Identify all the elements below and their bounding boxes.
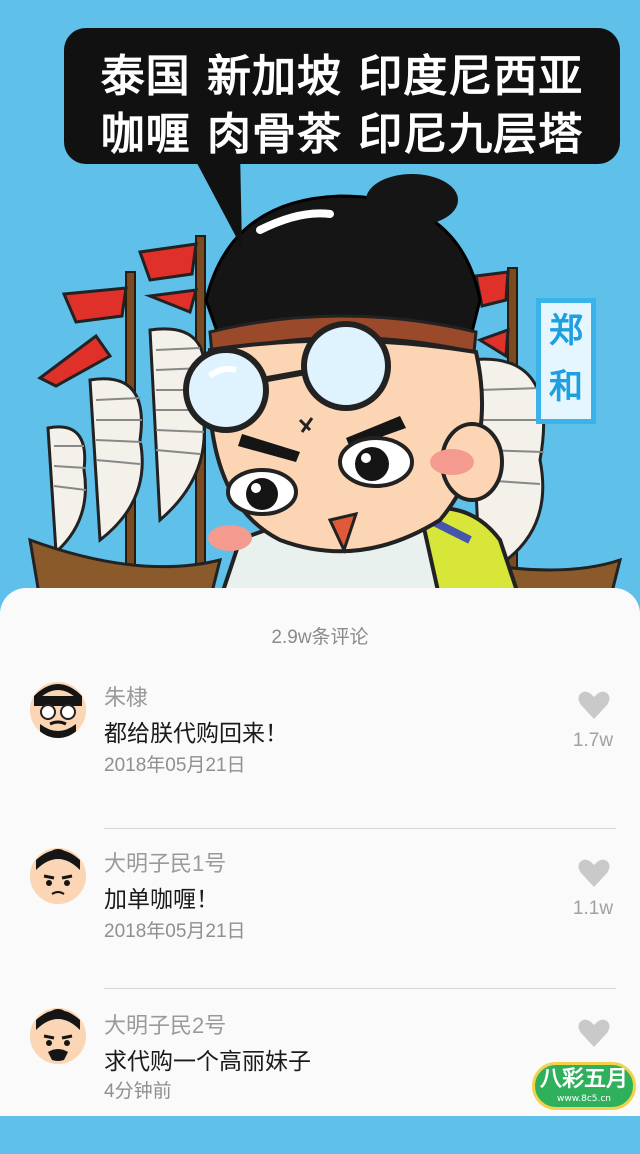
watermark-main: 八彩五月 [539,1067,628,1092]
bubble-line-1: 泰国 新加坡 印度尼西亚 [100,51,584,102]
comment-timestamp: 2018年05月21日 [104,755,246,776]
speech-bubble: 泰国 新加坡 印度尼西亚 咖喱 肉骨茶 印尼九层塔 [64,28,620,164]
emperor-avatar-icon[interactable] [30,682,86,738]
comment-count-label: 2.9w条评论 [271,627,369,648]
comment-text: 都给朕代购回来！ [104,721,288,747]
zheng-he-name-tag: 郑和 [536,298,596,424]
watermark-url: www.8c5.cn [556,1094,612,1104]
comment-item: 大明子民1号 加单咖喱！ 2018年05月21日 1.1w [0,844,640,994]
heart-icon[interactable] [578,1018,610,1048]
heart-icon[interactable] [578,858,610,888]
citizen-avatar-icon[interactable] [30,1008,86,1064]
hero-illustration: 泰国 新加坡 印度尼西亚 咖喱 肉骨茶 印尼九层塔 郑和 [0,0,640,600]
comment-text: 求代购一个高丽妹子 [104,1049,311,1075]
like-count: 1.1w [572,898,614,919]
watermark-logo: 八彩五月 www.8c5.cn [532,1062,636,1110]
comments-panel: 2.9w条评论 朱棣 都给朕代购回来！ 2018年05月21日 1.7w 大明子… [0,588,640,1116]
comment-timestamp: 4分钟前 [104,1081,172,1102]
citizen-avatar-icon[interactable] [30,848,86,904]
comment-item: 朱棣 都给朕代购回来！ 2018年05月21日 1.7w [0,674,640,824]
comment-username: 朱棣 [104,685,149,710]
comment-timestamp: 2018年05月21日 [104,921,246,942]
divider [104,988,616,989]
bubble-line-2: 咖喱 肉骨茶 印尼九层塔 [100,109,584,160]
comment-text: 加单咖喱！ [104,887,219,913]
divider [104,828,616,829]
heart-icon[interactable] [578,690,610,720]
comment-username: 大明子民1号 [104,851,227,876]
like-count: 1.7w [572,730,614,751]
comment-username: 大明子民2号 [104,1013,227,1038]
